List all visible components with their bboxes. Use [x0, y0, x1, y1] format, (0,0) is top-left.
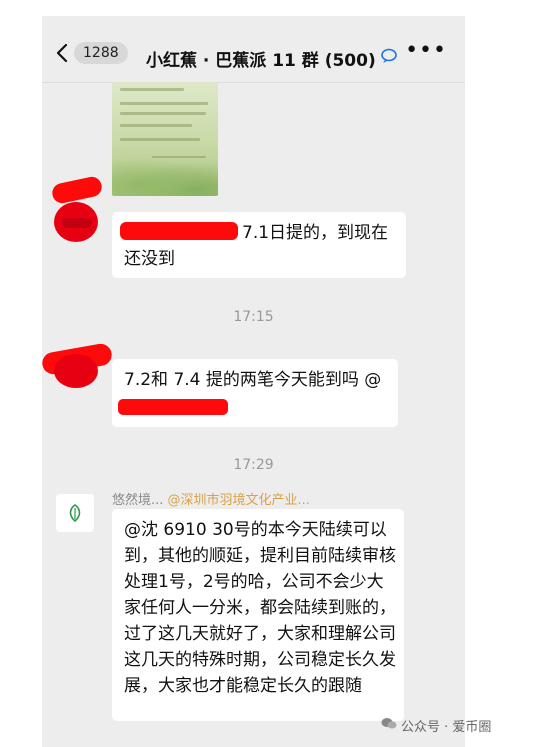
image-text-line: [120, 112, 206, 115]
timestamp: 17:29: [233, 457, 274, 473]
image-text-line: [120, 138, 200, 141]
back-button[interactable]: 1288: [56, 42, 128, 64]
message-text: 7.2和 7.4 提的两笔今天能到吗 @: [124, 370, 382, 390]
timestamp: 17:15: [233, 309, 274, 325]
tea-leaf-graphic: [112, 154, 218, 196]
message-bubble[interactable]: @沈 6910 30号的本今天陆续可以到，其他的顺延，提利目前陆续审核处理1号，…: [112, 509, 404, 721]
chat-window: 1288 小红蕉 · 巴蕉派 11 群 (500) ••• 7.1日提的，到现在…: [42, 16, 465, 747]
chat-title-text: 小红蕉 · 巴蕉派 11 群 (500): [146, 51, 376, 71]
sender-avatar[interactable]: [56, 494, 94, 532]
image-text-line: [120, 88, 184, 91]
wechat-icon: [381, 717, 397, 734]
image-text-line: [120, 124, 192, 127]
image-text-line: [120, 102, 208, 105]
more-options-button[interactable]: •••: [405, 40, 447, 62]
redaction-mark: [50, 175, 104, 205]
message-text: 7.1日提的，到现在还没到: [124, 223, 389, 269]
sender-name: 悠然境...: [112, 493, 164, 508]
message-text: @沈 6910 30号的本今天陆续可以到，其他的顺延，提利目前陆续审核处理1号，…: [124, 520, 396, 696]
message-bubble[interactable]: 7.1日提的，到现在还没到: [112, 212, 406, 278]
sender-line: 悠然境... @深圳市羽境文化产业...: [112, 489, 310, 508]
image-message[interactable]: [112, 82, 218, 196]
unread-count-badge: 1288: [74, 42, 128, 64]
message-bubble[interactable]: 7.2和 7.4 提的两笔今天能到吗 @: [112, 359, 398, 427]
redaction-mark: [118, 399, 228, 415]
sender-mention[interactable]: @深圳市羽境文化产业...: [168, 493, 310, 508]
leaf-logo-icon: [69, 503, 81, 522]
chat-header: 1288 小红蕉 · 巴蕉派 11 群 (500) •••: [42, 16, 465, 83]
chat-status-icon: [380, 48, 398, 69]
redaction-mark: [62, 218, 92, 228]
redacted-avatar[interactable]: [54, 354, 98, 388]
chevron-left-icon: [56, 43, 68, 63]
watermark: 公众号 · 爱币圈: [381, 716, 491, 735]
chat-title: 小红蕉 · 巴蕉派 11 群 (500): [146, 46, 398, 71]
watermark-text: 公众号 · 爱币圈: [401, 720, 492, 735]
